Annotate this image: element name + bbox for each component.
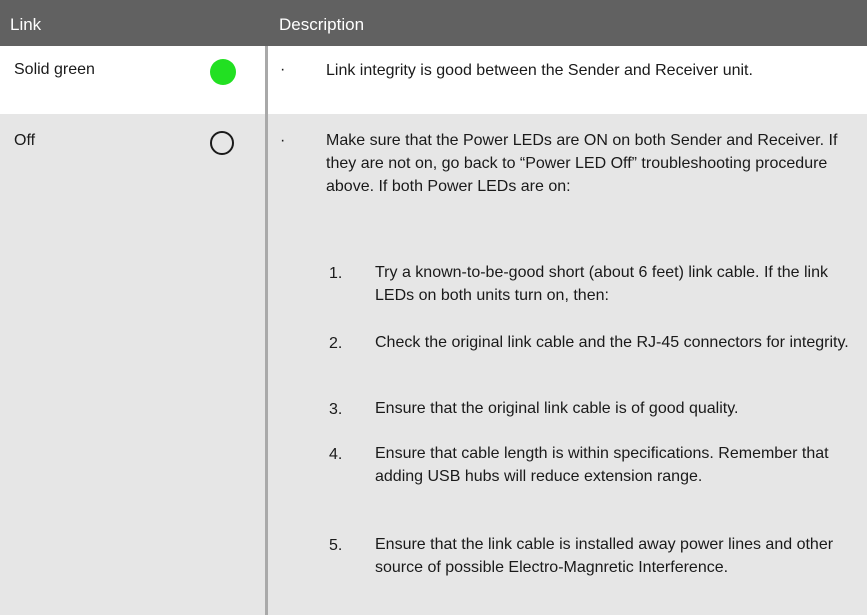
- step-text: Try a known-to-be-good short (about 6 fe…: [375, 264, 828, 304]
- row-description: Link integrity is good between the Sende…: [326, 62, 753, 79]
- link-state-label: Solid green: [14, 61, 95, 78]
- step-number: 5.: [329, 537, 343, 554]
- step-number: 4.: [329, 446, 343, 463]
- step-number: 2.: [329, 335, 343, 352]
- green-led-icon: [210, 59, 236, 85]
- link-state-label: Off: [14, 132, 36, 149]
- header-link: Link: [10, 15, 42, 34]
- link-led-table: Link Description Solid green · Link inte…: [0, 0, 867, 615]
- row-description: Make sure that the Power LEDs are ON on …: [326, 132, 838, 195]
- step-number: 3.: [329, 401, 343, 418]
- step-text: Ensure that the original link cable is o…: [375, 400, 739, 417]
- table-header: Link Description: [0, 0, 867, 46]
- step-text: Check the original link cable and the RJ…: [375, 334, 849, 351]
- bullet: ·: [280, 61, 286, 78]
- step-text: Ensure that the link cable is installed …: [375, 536, 834, 576]
- step-text: Ensure that cable length is within speci…: [375, 445, 829, 485]
- off-led-icon: [210, 131, 234, 155]
- column-divider: [265, 114, 268, 615]
- step-number: 1.: [329, 265, 343, 282]
- header-description: Description: [279, 15, 365, 34]
- bullet: ·: [280, 132, 286, 149]
- column-divider: [265, 46, 268, 114]
